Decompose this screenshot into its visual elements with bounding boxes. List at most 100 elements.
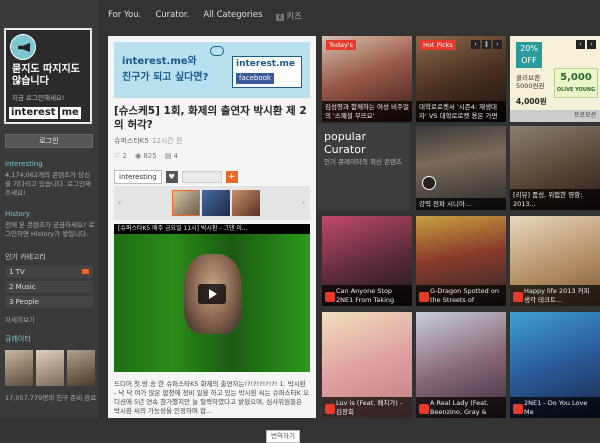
share-icon: ▤ (164, 152, 174, 160)
content-tile[interactable]: 강력 전파 시니아... (416, 126, 506, 210)
like-count: ♡ 2 (114, 152, 127, 160)
megaphone-icon (10, 34, 36, 60)
brand-icon (325, 292, 335, 302)
hotpicks-caption: 대학로로켓서 '시즌4: 재생대자' VS 대학로로켓 용은 가면 (416, 101, 506, 122)
interesting-text: 4,174,062개의 콘텐츠가 당신을 기다리고 있습니다. 로그인해주세요! (5, 171, 92, 197)
banner-box-title: interest.me (236, 59, 296, 69)
banner-line2: 친구가 되고 싶다면? (122, 72, 209, 83)
content-tile[interactable]: Can Anyone Stop 2NE1 From Taking (322, 216, 412, 306)
video-player[interactable]: [슈퍼스타K5 매주 금요일 11시] 박시환 - 그댄 이... (114, 224, 310, 372)
login-hint: 지금 로그인해세요! (12, 94, 65, 102)
next-icon[interactable]: › (587, 40, 596, 49)
kids-label: 키즈 (286, 12, 302, 22)
todays-tile[interactable]: Today's 김성령과 함께하는 여성 비주얼의 '스폐셜 무뜨요' (322, 36, 412, 122)
play-icon[interactable] (198, 284, 226, 304)
nav-all-categories[interactable]: All Categories (203, 10, 262, 24)
content-tile[interactable]: G-Dragon Spotted on the Streets of (416, 216, 506, 306)
hotpicks-label: Hot Picks (420, 40, 456, 50)
login-button[interactable]: 로그인 (5, 134, 93, 148)
category-item-tv[interactable]: 1 TV (5, 266, 93, 278)
content-tile[interactable]: [리뷰] 품성, 위험한 영항: 2013... (510, 126, 600, 210)
hotpicks-tile[interactable]: Hot Picks ‹ ‖ › 대학로로켓서 '시즌4: 재생대자' VS 대학로로… (416, 36, 506, 122)
brand-icon (419, 292, 429, 302)
like-icon: ♡ (114, 152, 123, 160)
curator-thumbs (5, 350, 95, 386)
discount-percent: 20% (520, 44, 538, 53)
top-nav: For You. Curator. All Categories K 키즈 (108, 10, 302, 24)
slogan: 묻지도 따지지도 않습니다 (12, 64, 80, 87)
sidebar: 묻지도 따지지도 않습니다 지금 로그인해세요! interest me 로그인… (0, 0, 98, 418)
video-stage (114, 234, 310, 372)
post-author[interactable]: 슈퍼스타K5 (114, 137, 149, 145)
sidebar-footer: 17,057,779명의 친구 준비 완료 (5, 394, 97, 402)
strip-thumb[interactable] (172, 190, 200, 216)
strip-prev-icon[interactable]: ‹ (118, 198, 121, 207)
tile-caption: [리뷰] 품성, 위험한 영항: 2013... (510, 189, 600, 210)
prev-icon[interactable]: ‹ (471, 40, 480, 49)
hotpicks-pager: ‹ ‖ › (471, 40, 502, 49)
detail-link[interactable]: 상세보기 (114, 432, 140, 442)
todays-caption: 김성령과 함께하는 여성 비주얼의 '스폐셜 무뜨요' (322, 101, 412, 122)
curator-thumb[interactable] (5, 350, 33, 386)
add-tag-button[interactable]: + (225, 171, 238, 183)
content-tile[interactable]: 2NE1 - Do You Love Me (510, 312, 600, 418)
pause-icon[interactable]: ‖ (482, 40, 491, 49)
facebook-banner[interactable]: interest.me와 친구가 되고 싶다면? interest.me fac… (114, 42, 310, 98)
post-meta: 슈퍼스타K5 12시간 전 (114, 136, 182, 146)
next-icon[interactable]: › (493, 40, 502, 49)
content-tile[interactable]: Happy life 2013 커피 생각 테크트... (510, 216, 600, 306)
discount-badge: 20% OFF (516, 42, 542, 68)
popular-category-heading: 인기 카테고리 (5, 253, 46, 261)
popular-curator-sub: 인기 큐레이터의 최신 콘텐츠 (324, 158, 402, 166)
nav-curator[interactable]: Curator. (155, 10, 189, 24)
post-title[interactable]: [슈스케5] 1회, 화제의 출연자 박시환 제 2의 허각? (114, 104, 310, 132)
brand-icon (513, 292, 523, 302)
post-time: 12시간 전 (151, 137, 183, 145)
thumb-strip: ‹ › (114, 186, 310, 220)
brand-icon (513, 404, 523, 414)
brand-icon (325, 404, 335, 414)
tile-caption: Can Anyone Stop 2NE1 From Taking (322, 285, 412, 306)
share-value: 4 (173, 152, 179, 160)
category-item-music[interactable]: 2 Music (5, 281, 93, 293)
content-tile[interactable]: Luv is (Feat. 배치가) - 김장회 (322, 312, 412, 418)
prev-icon[interactable]: ‹ (576, 40, 585, 49)
strip-thumb[interactable] (232, 190, 260, 216)
curator-thumb[interactable] (36, 350, 64, 386)
tile-caption: 강력 전파 시니아... (416, 197, 506, 210)
tile-caption: Happy life 2013 커피 생각 테크트... (510, 285, 600, 306)
content-tile[interactable]: A Real Lady (Feat. Beenzino, Gray & (416, 312, 506, 418)
translate-button[interactable]: 번역하기 (266, 430, 300, 443)
play-icon[interactable] (422, 176, 436, 190)
nav-kids[interactable]: K 키즈 (276, 10, 302, 24)
todays-label: Today's (326, 40, 356, 50)
nav-for-you[interactable]: For You. (108, 10, 141, 24)
tag-input[interactable] (181, 171, 222, 183)
more-link[interactable]: 자세히보기 (5, 314, 35, 324)
category-item-people[interactable]: 3 People (5, 296, 93, 308)
facebook-label: facebook (236, 73, 274, 84)
promo-footer: 프로모션 (510, 110, 600, 122)
logo-box[interactable]: 묻지도 따지지도 않습니다 지금 로그인해세요! interest me (4, 28, 92, 124)
promo-tile[interactable]: 20% OFF ‹ › 콜리브랜 5000원권 4,000원 5,000 OLIVE … (510, 36, 600, 122)
post-stats: ♡ 2 ◉ 825 ▤ 4 (114, 152, 178, 160)
tag-row: interesting ♥ + (114, 170, 238, 184)
coupon-amount: 5,000 (560, 72, 592, 83)
heart-icon[interactable]: ♥ (165, 171, 178, 183)
main-post-card: interest.me와 친구가 되고 싶다면? interest.me fac… (108, 36, 316, 443)
tile-caption: G-Dragon Spotted on the Streets of (416, 285, 506, 306)
wordmark-logo: interest me (9, 107, 81, 119)
brand-icon (419, 404, 429, 414)
history-heading: History (5, 210, 30, 218)
curator-thumb[interactable] (67, 350, 95, 386)
strip-next-icon[interactable]: › (302, 198, 305, 207)
tile-caption: 2NE1 - Do You Love Me (510, 397, 600, 418)
strip-thumb[interactable] (202, 190, 230, 216)
share-count: ▤ 4 (165, 152, 178, 160)
history-text: 전에 본 콘텐츠가 궁금하세요? 로그인하면 History가 쌓입니다. (5, 221, 95, 238)
promo-price: 4,000원 (516, 97, 547, 106)
like-value: 2 (122, 152, 127, 160)
coupon-brand: OLIVE YOUNG (556, 87, 596, 93)
view-value: 825 (143, 152, 157, 160)
interest-tag[interactable]: interesting (114, 170, 162, 184)
